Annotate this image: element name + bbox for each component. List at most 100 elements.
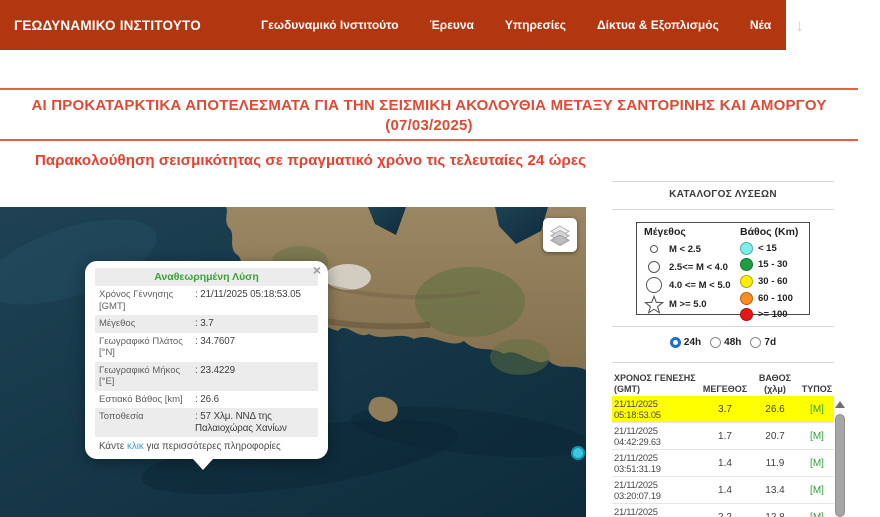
cell-depth: 11.9 [750,458,800,469]
popup-footer-text2: για περισσότερες πληροφορίες [144,441,281,452]
popup-row-label: Χρόνος Γέννησης [GMT] [95,286,193,315]
cell-depth: 20.7 [750,431,800,442]
circle-glyph [650,245,658,253]
popup-title: Αναθεωρημένη Λύση [95,268,318,286]
magnitude-legend-title: Μέγεθος [644,226,734,238]
time-filter-24h[interactable]: 24h [670,337,701,348]
popup-row-label: Μέγεθος [95,315,193,333]
cell-magnitude: 2.2 [700,512,750,517]
depth-legend-item: >= 100 [740,306,808,323]
depth-legend-item: 30 - 60 [740,273,808,290]
time-filter-48h[interactable]: 48h [710,337,741,348]
cell-magnitude: 3.7 [700,404,750,415]
catalog-title: ΚΑΤΑΛΟΓΟΣ ΛΥΣΕΩΝ [612,189,834,200]
cell-depth: 13.4 [750,485,800,496]
table-row[interactable]: 21/11/2025 03:20:07.191.413.4[M] [612,477,834,504]
depth-legend-label: 60 - 100 [758,293,793,304]
popup-row-label: Γεωγραφικό Πλάτος [°N] [95,333,193,362]
table-header-col2: ΜΕΓΕΘΟΣ [700,384,750,395]
popup-row: Χρόνος Γέννησης [GMT]: 21/11/2025 05:18:… [95,286,318,315]
map-layers-button[interactable] [543,218,577,252]
depth-color-dot [740,308,753,321]
table-header-col1: ΧΡΟΝΟΣ ΓΕΝΕΣΗΣ (GMT) [612,373,700,394]
depth-color-dot [740,292,753,305]
magnitude-legend-label: 4.0 <= M < 5.0 [669,280,731,291]
nav-item-2[interactable]: Υπηρεσίες [505,18,566,32]
magnitude-legend-label: 2.5<= M < 4.0 [669,262,728,273]
scrollbar-up-icon[interactable] [835,401,845,408]
cell-type: [M] [800,431,834,442]
nav-menu: Γεωδυναμικό Ινστιτούτο Έρευνα Υπηρεσίες Δίκ… [261,18,771,32]
nav-item-0[interactable]: Γεωδυναμικό Ινστιτούτο [261,18,399,32]
more-info-link[interactable]: κλικ [127,441,144,452]
time-filter-7d[interactable]: 7d [750,337,776,348]
earthquake-popup: × Αναθεωρημένη Λύση Χρόνος Γέννησης [GMT… [85,261,328,459]
nav-item-3[interactable]: Δίκτυα & Εξοπλισμός [597,18,719,32]
cell-type: [M] [800,458,834,469]
cell-magnitude: 1.4 [700,485,750,496]
cell-time: 21/11/2025 03:20:07.19 [612,479,700,501]
magnitude-legend-item: 4.0 <= M < 5.0 [644,276,734,294]
sidebar-divider [612,181,834,182]
cell-depth: 26.6 [750,404,800,415]
circle-glyph [648,261,660,273]
radio-icon[interactable] [750,337,761,348]
star-icon [644,294,664,315]
table-row[interactable]: 21/11/2025 03:51:31.191.411.9[M] [612,450,834,477]
event-table: 21/11/2025 05:18:53.053.726.6[M]21/11/20… [612,396,834,517]
radio-icon[interactable] [710,337,721,348]
page-title: ΑΙ ΠΡΟΚΑΤΑΡΚΤΙΚΑ ΑΠΟΤΕΛΕΣΜΑΤΑ ΓΙΑ ΤΗΝ ΣΕ… [0,96,858,136]
scroll-down-arrow-icon[interactable]: ↓ [795,17,804,34]
table-row[interactable]: 21/11/2025 01:31:30.112.212.8[M] [612,504,834,517]
nav-item-4[interactable]: Νέα [750,18,771,32]
cell-time: 21/11/2025 05:18:53.05 [612,398,700,420]
popup-footer-text: Κάντε [99,441,127,452]
popup-row: Τοποθεσία: 57 Χλμ. ΝΝΔ της Παλαιοχώρας Χ… [95,408,318,437]
popup-footer: Κάντε κλικ για περισσότερες πληροφορίες [95,437,318,453]
depth-legend: Βάθος (Km) < 15 15 - 3030 - 60 60 - 100 >= … [740,226,808,323]
site-brand[interactable]: ΓΕΩΔΥΝΑΜΙΚΟ ΙΝΣΤΙΤΟΥΤΟ [14,18,201,33]
depth-legend-label: < 15 [758,243,777,254]
depth-legend-item: 60 - 100 [740,290,808,307]
cell-magnitude: 1.7 [700,431,750,442]
time-filter-label: 24h [684,337,701,348]
earthquake-marker[interactable] [571,446,585,460]
circle-glyph [646,277,662,293]
popup-row-value: : 26.6 [193,391,318,409]
divider-top [0,88,858,90]
circle-icon [644,245,664,253]
cell-magnitude: 1.4 [700,458,750,469]
page-title-line1: ΑΙ ΠΡΟΚΑΤΑΡΚΤΙΚΑ ΑΠΟΤΕΛΕΣΜΑΤΑ ΓΙΑ ΤΗΝ ΣΕ… [0,96,858,116]
popup-row-value: : 21/11/2025 05:18:53.05 [193,286,318,315]
cell-time: 21/11/2025 03:51:31.19 [612,452,700,474]
scrollbar-thumb[interactable] [835,414,845,517]
circle-icon [644,277,664,293]
close-icon[interactable]: × [313,263,321,277]
cell-time: 21/11/2025 04:42:29.63 [612,425,700,447]
time-filter-group: 24h 48h 7d [612,334,834,350]
magnitude-legend-label: M >= 5.0 [669,299,707,310]
radio-icon[interactable] [670,337,681,348]
depth-legend-item: 15 - 30 [740,257,808,274]
nav-item-1[interactable]: Έρευνα [430,18,474,32]
map-legend: Μέγεθος M < 2.5 2.5<= M < 4.0 4.0 <= M < 5… [636,222,810,315]
cell-type: [M] [800,404,834,415]
table-row[interactable]: 21/11/2025 04:42:29.631.720.7[M] [612,423,834,450]
popup-row-value: : 23.4229 [193,362,318,391]
popup-row: Γεωγραφικό Πλάτος [°N]: 34.7607 [95,333,318,362]
magnitude-legend-item: M < 2.5 [644,240,734,258]
depth-color-dot [740,242,753,255]
depth-legend-title: Βάθος (Km) [740,226,808,238]
popup-rows: Χρόνος Γέννησης [GMT]: 21/11/2025 05:18:… [95,286,318,437]
magnitude-legend-item: 2.5<= M < 4.0 [644,258,734,276]
depth-color-dot [740,258,753,271]
realtime-monitor-subtitle: Παρακολούθηση σεισμικότητας σε πραγματικ… [35,152,586,169]
event-table-header: ΧΡΟΝΟΣ ΓΕΝΕΣΗΣ (GMT)ΜΕΓΕΘΟΣΒΑΘΟΣ (χλμ)ΤΥ… [612,364,834,394]
sidebar-divider [612,362,834,363]
page-title-line2: (07/03/2025) [0,116,858,136]
popup-row-label: Τοποθεσία [95,408,193,437]
popup-row-value: : 57 Χλμ. ΝΝΔ της Παλαιοχώρας Χανίων [193,408,318,437]
table-row[interactable]: 21/11/2025 05:18:53.053.726.6[M] [612,396,834,423]
layers-icon [548,223,572,247]
popup-row-value: : 34.7607 [193,333,318,362]
